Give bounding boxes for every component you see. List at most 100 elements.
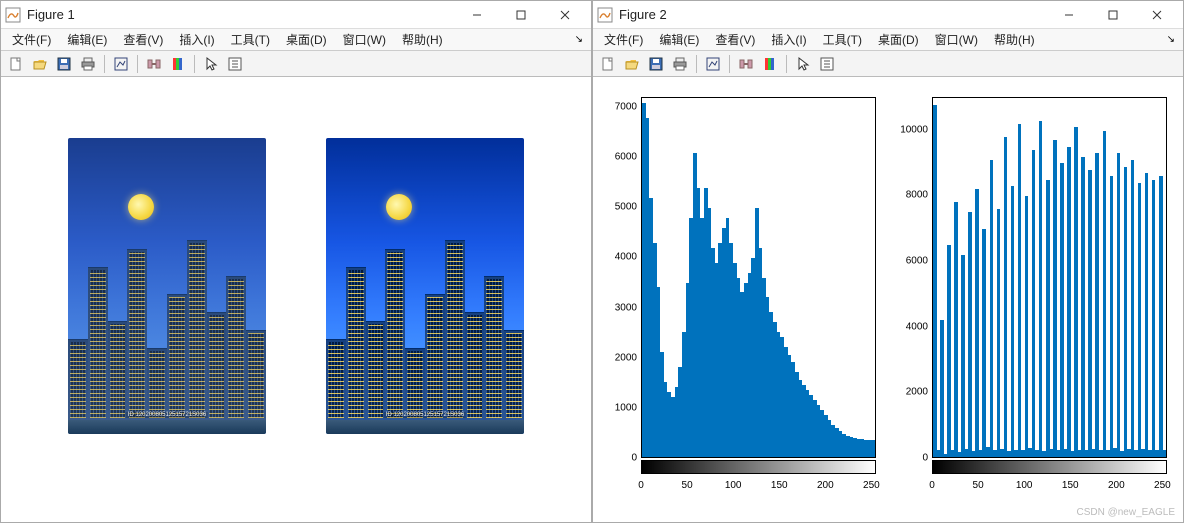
- link-button[interactable]: [735, 53, 757, 75]
- histogram-bar: [1152, 180, 1156, 457]
- dock-icon[interactable]: ↘: [1163, 34, 1179, 45]
- new-figure-button[interactable]: [5, 53, 27, 75]
- save-button[interactable]: [645, 53, 667, 75]
- menu-insert[interactable]: 插入(I): [172, 30, 221, 49]
- x-tick-label: 150: [771, 480, 788, 491]
- menu-help[interactable]: 帮助(H): [987, 30, 1042, 49]
- histogram-bar: [1159, 176, 1163, 457]
- close-button[interactable]: [1135, 1, 1179, 28]
- menu-tools[interactable]: 工具(T): [224, 30, 277, 49]
- x-tick-label: 50: [973, 480, 984, 491]
- histogram-bar: [982, 229, 986, 457]
- colorbar-button[interactable]: [167, 53, 189, 75]
- window-title: Figure 2: [619, 7, 1047, 22]
- y-tick-label: 4000: [906, 321, 928, 332]
- menu-help[interactable]: 帮助(H): [395, 30, 450, 49]
- y-tick-label: 0: [922, 453, 928, 464]
- x-tick-label: 150: [1062, 480, 1079, 491]
- histogram-bar: [1004, 137, 1008, 457]
- menu-tools[interactable]: 工具(T): [816, 30, 869, 49]
- histogram-bar: [1110, 176, 1114, 457]
- minimize-button[interactable]: [455, 1, 499, 28]
- link-button[interactable]: [143, 53, 165, 75]
- x-tick-label: 200: [817, 480, 834, 491]
- histogram-bar: [1117, 153, 1121, 457]
- histogram-bar: [1145, 173, 1149, 457]
- menu-file[interactable]: 文件(F): [597, 30, 650, 49]
- histogram-bar: [871, 440, 875, 457]
- histogram-bar: [1018, 124, 1022, 457]
- menu-file[interactable]: 文件(F): [5, 30, 58, 49]
- menu-edit[interactable]: 编辑(E): [652, 30, 706, 49]
- edit-plot-button[interactable]: [110, 53, 132, 75]
- figure-canvas[interactable]: ID 12020080512515721S036 ID 120200805125…: [1, 77, 591, 522]
- histogram-original: 01000200030004000500060007000 0501001502…: [599, 93, 882, 510]
- pointer-button[interactable]: [792, 53, 814, 75]
- titlebar[interactable]: Figure 1: [1, 1, 591, 29]
- figure-window-1: Figure 1 文件(F) 编辑(E) 查看(V) 插入(I) 工具(T) 桌…: [0, 0, 592, 523]
- figure-canvas[interactable]: 01000200030004000500060007000 0501001502…: [593, 77, 1183, 522]
- menubar: 文件(F) 编辑(E) 查看(V) 插入(I) 工具(T) 桌面(D) 窗口(W…: [593, 29, 1183, 51]
- histogram-bar: [1025, 196, 1029, 457]
- histogram-bar: [1046, 180, 1050, 457]
- x-tick-label: 250: [863, 480, 880, 491]
- close-button[interactable]: [543, 1, 587, 28]
- colorbar-button[interactable]: [759, 53, 781, 75]
- x-tick-label: 100: [1016, 480, 1033, 491]
- edit-plot-button[interactable]: [702, 53, 724, 75]
- inspector-button[interactable]: [816, 53, 838, 75]
- x-tick-label: 0: [929, 480, 935, 491]
- save-button[interactable]: [53, 53, 75, 75]
- histogram-bar: [947, 245, 951, 457]
- menu-edit[interactable]: 编辑(E): [60, 30, 114, 49]
- histogram-bar: [990, 160, 994, 457]
- window-title: Figure 1: [27, 7, 455, 22]
- toolbar: [1, 51, 591, 77]
- menu-view[interactable]: 查看(V): [116, 30, 170, 49]
- histogram-bar: [1039, 121, 1043, 457]
- y-tick-label: 8000: [906, 190, 928, 201]
- subplot-pair: ID 12020080512515721S036 ID 120200805125…: [7, 83, 585, 434]
- menu-window[interactable]: 窗口(W): [928, 30, 985, 49]
- y-tick-label: 2000: [615, 352, 637, 363]
- toolbar: [593, 51, 1183, 77]
- print-button[interactable]: [77, 53, 99, 75]
- print-button[interactable]: [669, 53, 691, 75]
- histogram-bar: [1103, 131, 1107, 457]
- dock-icon[interactable]: ↘: [571, 34, 587, 45]
- maximize-button[interactable]: [1091, 1, 1135, 28]
- new-figure-button[interactable]: [597, 53, 619, 75]
- image-id-label: ID 12020080512515721S036: [384, 412, 466, 418]
- menu-desktop[interactable]: 桌面(D): [871, 30, 926, 49]
- y-tick-label: 5000: [615, 202, 637, 213]
- histogram-bar: [1060, 163, 1064, 457]
- histogram-bar: [1067, 147, 1071, 457]
- matlab-figure-icon: [5, 7, 21, 23]
- menubar: 文件(F) 编辑(E) 查看(V) 插入(I) 工具(T) 桌面(D) 窗口(W…: [1, 29, 591, 51]
- intensity-gradient-bar: [932, 460, 1167, 474]
- histogram-pair: 01000200030004000500060007000 0501001502…: [599, 83, 1177, 516]
- open-button[interactable]: [29, 53, 51, 75]
- menu-window[interactable]: 窗口(W): [336, 30, 393, 49]
- maximize-button[interactable]: [499, 1, 543, 28]
- image-equalized: ID 12020080512515721S036: [326, 138, 524, 434]
- menu-view[interactable]: 查看(V): [708, 30, 762, 49]
- intensity-gradient-bar: [641, 460, 876, 474]
- x-tick-label: 50: [682, 480, 693, 491]
- histogram-bar: [1011, 186, 1015, 457]
- pointer-button[interactable]: [200, 53, 222, 75]
- menu-insert[interactable]: 插入(I): [764, 30, 813, 49]
- inspector-button[interactable]: [224, 53, 246, 75]
- minimize-button[interactable]: [1047, 1, 1091, 28]
- menu-desktop[interactable]: 桌面(D): [279, 30, 334, 49]
- histogram-bar: [1095, 153, 1099, 457]
- titlebar[interactable]: Figure 2: [593, 1, 1183, 29]
- open-button[interactable]: [621, 53, 643, 75]
- figure-window-2: Figure 2 文件(F) 编辑(E) 查看(V) 插入(I) 工具(T) 桌…: [592, 0, 1184, 523]
- histogram-bar: [1053, 140, 1057, 457]
- image-id-label: ID 12020080512515721S036: [126, 412, 208, 418]
- y-tick-label: 7000: [615, 102, 637, 113]
- y-tick-label: 6000: [615, 152, 637, 163]
- y-tick-label: 10000: [900, 124, 928, 135]
- histogram-bar: [1088, 170, 1092, 457]
